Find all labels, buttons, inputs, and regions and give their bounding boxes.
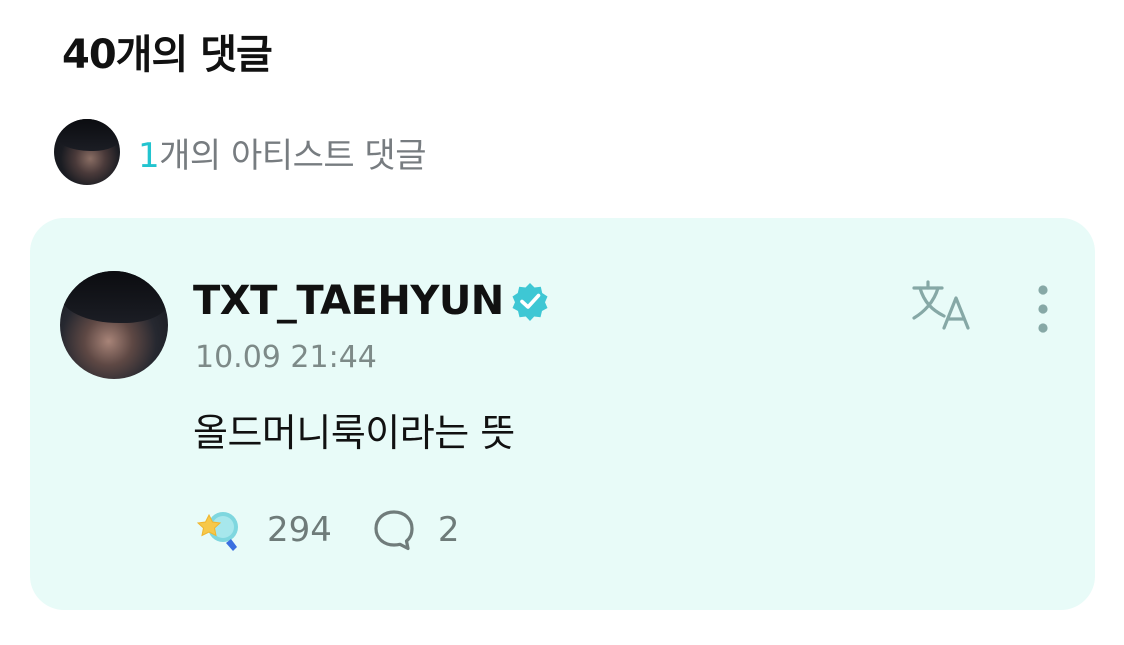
star-cheer-icon[interactable] <box>195 505 245 555</box>
verified-badge-icon <box>512 283 548 321</box>
commenter-name-row: TXT_TAEHYUN <box>193 278 550 324</box>
comment-timestamp: 10.09 21:44 <box>195 340 377 375</box>
speech-bubble-icon[interactable] <box>372 508 416 552</box>
reply-count: 2 <box>437 510 460 550</box>
like-count: 294 <box>267 510 332 550</box>
more-vertical-icon[interactable] <box>1028 284 1058 334</box>
commenter-avatar[interactable] <box>60 271 168 379</box>
translate-icon[interactable] <box>910 278 974 332</box>
artist-comment-count: 1개의 아티스트 댓글 <box>138 128 426 177</box>
artist-comment-card: TXT_TAEHYUN 10.09 21:44 올드머니룩이라는 뜻 294 2 <box>30 218 1095 610</box>
artist-comment-label: 개의 아티스트 댓글 <box>159 135 426 176</box>
artist-avatar <box>54 119 120 185</box>
commenter-username[interactable]: TXT_TAEHYUN <box>193 278 504 324</box>
artist-comments-summary[interactable]: 1개의 아티스트 댓글 <box>54 118 426 186</box>
comments-header-title: 40개의 댓글 <box>62 32 273 78</box>
artist-comment-number: 1 <box>138 135 160 176</box>
comment-body: 올드머니룩이라는 뜻 <box>193 411 515 455</box>
comment-actions: 294 2 <box>195 504 460 556</box>
